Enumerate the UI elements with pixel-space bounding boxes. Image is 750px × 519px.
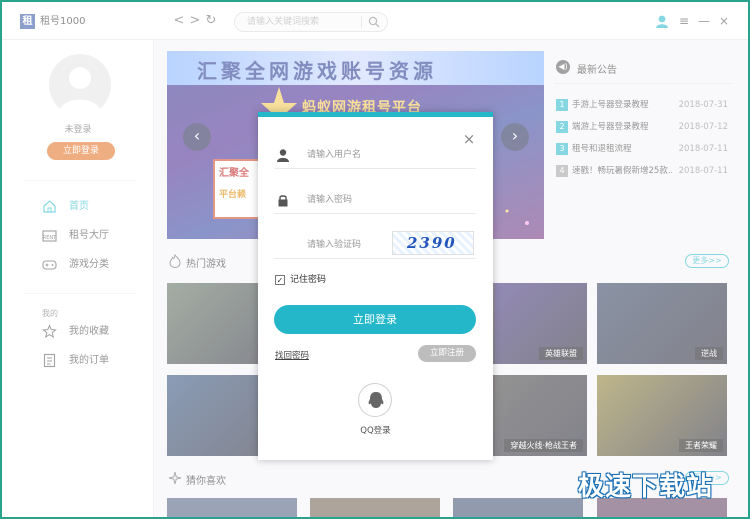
username-field	[274, 139, 476, 169]
captcha-text: 2390	[407, 234, 457, 252]
submit-login-button[interactable]: 立即登录	[274, 305, 476, 334]
forgot-password-link[interactable]: 找回密码	[275, 349, 309, 361]
qq-icon	[368, 392, 384, 408]
remember-checkbox[interactable]: ✓	[275, 275, 285, 285]
captcha-image[interactable]: 2390	[392, 231, 474, 255]
login-modal: × 2390 ✓ 记住密码 立即登录 找回密码 立即注册 QQ登录	[258, 112, 493, 460]
modal-accent-bar	[258, 112, 493, 117]
watermark-text: 极速下载站	[578, 472, 714, 502]
register-button[interactable]: 立即注册	[418, 345, 476, 362]
lock-icon	[278, 195, 288, 207]
qq-login-button[interactable]	[358, 383, 392, 417]
user-icon	[277, 149, 289, 162]
site-watermark: 极速下载站	[578, 470, 713, 506]
qq-login-label: QQ登录	[360, 426, 391, 436]
captcha-field: 2390	[274, 229, 476, 259]
remember-label: 记住密码	[290, 275, 327, 285]
password-input[interactable]	[307, 193, 467, 207]
password-field	[274, 184, 476, 214]
captcha-input[interactable]	[307, 238, 387, 252]
username-input[interactable]	[307, 148, 467, 162]
